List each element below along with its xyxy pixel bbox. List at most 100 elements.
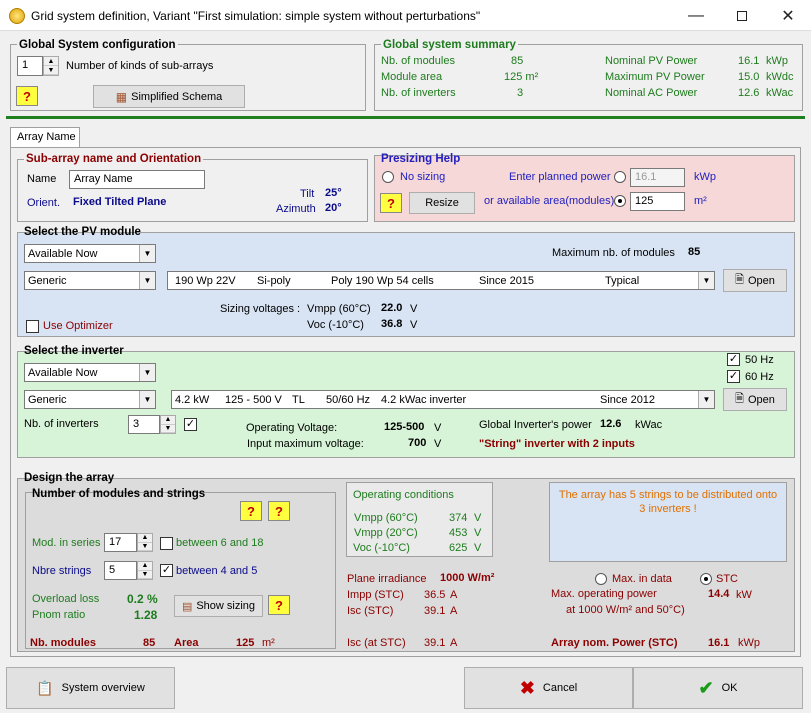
inverter-model-name: 4.2 kWac inverter [381, 394, 467, 406]
array-nom-power-label: Array nom. Power (STC) [551, 637, 678, 649]
presizing-help-icon[interactable]: ? [380, 193, 402, 213]
strings-between-label: between 4 and 5 [176, 565, 258, 577]
series-between-checkbox[interactable] [160, 537, 173, 550]
orient-value: Fixed Tilted Plane [73, 196, 167, 208]
tab-array-name[interactable]: Array Name [10, 127, 80, 148]
isc-at-unit: A [450, 637, 458, 649]
nb-inverters-stepper[interactable]: ▲ ▼ [160, 415, 176, 434]
summary-pv-power-value: 16.1 [738, 55, 760, 67]
summary-pv-power-label: Nominal PV Power [605, 55, 698, 67]
inverter-model-select[interactable]: 4.2 kW 125 - 500 V TL 50/60 Hz 4.2 kWac … [171, 390, 715, 409]
tab-label: Array Name [17, 131, 76, 143]
modules-strings-title: Number of modules and strings [32, 488, 206, 500]
show-sizing-button[interactable]: ▤ Show sizing [174, 595, 263, 617]
op-voc-value: 625 [449, 542, 468, 554]
op-voc-label: Voc (-10°C) [353, 542, 410, 554]
ok-label: OK [721, 682, 738, 694]
module-model-power: 190 Wp 22V [175, 275, 236, 287]
schema-button-label: Simplified Schema [131, 90, 223, 103]
max-voltage-value: 700 [408, 437, 427, 449]
planned-power-unit: kWp [694, 171, 716, 183]
nb-inverters-label: Nb. of inverters [24, 418, 99, 430]
impp-unit: A [450, 589, 458, 601]
summary-nb-modules-value: 85 [511, 55, 524, 67]
help-icon[interactable]: ? [16, 86, 38, 106]
planned-power-input[interactable]: 16.1 [630, 168, 685, 187]
minimize-button[interactable]: — [673, 0, 719, 31]
op-vmpp60-label: Vmpp (60°C) [354, 512, 418, 524]
module-availability-select[interactable]: Available Now ▼ [24, 244, 156, 263]
planned-power-radio[interactable] [614, 171, 626, 183]
global-power-value: 12.6 [600, 418, 622, 430]
nb-modules-label: Nb. modules [30, 637, 97, 649]
pnom-label: Pnom ratio [32, 609, 86, 621]
distribution-message: The array has 5 strings to be distribute… [558, 489, 778, 515]
overload-value: 0.2 % [127, 592, 158, 606]
inverter-availability-select[interactable]: Available Now ▼ [24, 363, 156, 382]
nb-modules-value: 85 [143, 637, 156, 649]
strings-input[interactable]: 5 [104, 561, 137, 580]
series-input[interactable]: 17 [104, 533, 137, 552]
area-input[interactable]: 125 [630, 192, 685, 211]
presizing-title: Presizing Help [381, 153, 461, 165]
op-cond-title: Operating conditions [353, 489, 454, 501]
op-vmpp20-label: Vmpp (20°C) [354, 527, 418, 539]
ok-button[interactable]: ✔ OK [633, 667, 803, 709]
series-between-label: between 6 and 18 [176, 537, 264, 549]
sizing-voltages-label: Sizing voltages : [220, 303, 301, 315]
show-sizing-label: Show sizing [196, 600, 256, 612]
hz50-checkbox[interactable]: ✓ [727, 353, 740, 366]
series-help-icon[interactable]: ? [240, 501, 262, 521]
array-name-input[interactable]: Array Name [69, 170, 205, 189]
stc-radio[interactable] [700, 573, 712, 585]
close-button[interactable]: ✕ [765, 0, 811, 31]
strings-between-checkbox[interactable]: ✓ [160, 564, 173, 577]
module-manufacturer-select[interactable]: Generic ▼ [24, 271, 156, 290]
check-icon: ✔ [698, 677, 714, 698]
use-optimizer-checkbox[interactable] [26, 320, 39, 333]
resize-button[interactable]: Resize [409, 192, 475, 214]
op-vmpp60-value: 374 [449, 512, 468, 524]
simplified-schema-button[interactable]: ▦ Simplified Schema [93, 85, 245, 108]
sizing-help-icon[interactable]: ? [268, 595, 290, 615]
design-title: Design the array [24, 472, 115, 484]
cancel-button[interactable]: ✖ Cancel [464, 667, 633, 709]
summary-area-value: 125 m² [504, 71, 539, 83]
summary-pv-power-unit: kWp [766, 55, 788, 67]
series-stepper[interactable]: ▲ ▼ [137, 533, 153, 552]
summary-max-pv-value: 15.0 [738, 71, 760, 83]
module-open-button[interactable]: 🗎 Open [723, 269, 787, 292]
op-voltage-unit: V [434, 422, 442, 434]
area-radio[interactable] [614, 195, 626, 207]
strings-stepper[interactable]: ▲ ▼ [137, 561, 153, 580]
orient-label: Orient. [27, 197, 61, 209]
array-nom-power-unit: kWp [738, 637, 760, 649]
max-in-data-radio[interactable] [595, 573, 607, 585]
nb-inverters-input[interactable]: 3 [128, 415, 160, 434]
no-sizing-radio[interactable] [382, 171, 394, 183]
name-label: Name [27, 173, 57, 185]
inverter-manufacturer-select[interactable]: Generic ▼ [24, 390, 156, 409]
summary-ac-power-label: Nominal AC Power [605, 87, 698, 99]
app-icon [9, 8, 25, 24]
nb-inverters-checkbox[interactable]: ✓ [184, 418, 197, 431]
maximize-button[interactable] [719, 0, 765, 31]
strings-help-icon[interactable]: ? [268, 501, 290, 521]
max-op-power-label: Max. operating power [551, 588, 657, 600]
max-modules-label: Maximum nb. of modules [552, 247, 675, 259]
chart-icon: ▤ [181, 600, 193, 613]
hz60-checkbox[interactable]: ✓ [727, 370, 740, 383]
module-model-select[interactable]: 190 Wp 22V Si-poly Poly 190 Wp 54 cells … [167, 271, 715, 290]
tilt-label: Tilt [300, 188, 315, 200]
system-overview-button[interactable]: 📋 System overview [6, 667, 175, 709]
summary-title: Global system summary [381, 39, 518, 51]
inverter-model-range: 125 - 500 V [225, 394, 282, 406]
op-vmpp20-unit: V [474, 527, 482, 539]
planned-power-label: Enter planned power [509, 171, 611, 183]
kinds-stepper[interactable]: ▲ ▼ [43, 56, 59, 76]
kinds-input[interactable]: 1 [17, 56, 43, 76]
inverter-open-button[interactable]: 🗎 Open [723, 388, 787, 411]
cancel-label: Cancel [542, 682, 578, 694]
overload-label: Overload loss [32, 593, 100, 605]
hz60-label: 60 Hz [745, 371, 774, 383]
